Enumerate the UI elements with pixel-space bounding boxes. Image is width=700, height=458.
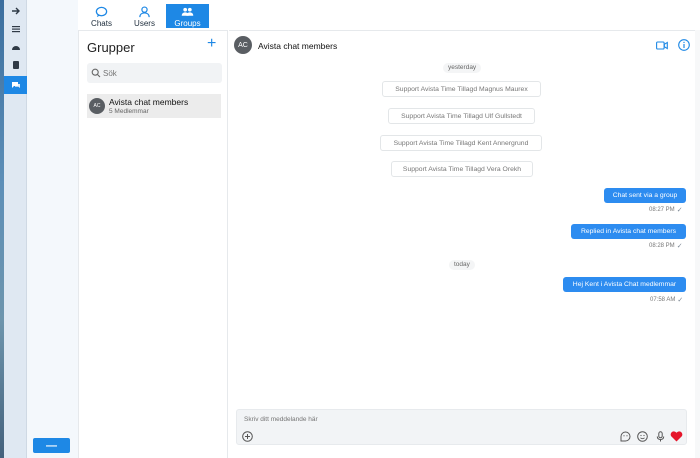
group-icon: [181, 7, 194, 16]
plus-icon[interactable]: +: [207, 36, 216, 52]
chat-header: AC Avista chat members: [229, 30, 700, 58]
add-circle-icon[interactable]: [242, 431, 253, 442]
check-icon: ✓: [677, 297, 684, 304]
search-icon: [91, 68, 101, 78]
emoji-icon[interactable]: [637, 431, 648, 442]
menu-button[interactable]: —: [33, 438, 70, 453]
groups-title: Grupper: [87, 40, 135, 55]
message-input[interactable]: [244, 413, 644, 425]
day-separator: yesterday: [443, 63, 482, 73]
user-icon: [139, 6, 150, 18]
message-timestamp: 08:27 PM: [649, 207, 675, 213]
message-timestamp: 08:28 PM: [649, 243, 675, 249]
avatar: AC: [89, 98, 105, 114]
message-timestamp: 07:58 AM: [650, 297, 676, 303]
tab-chats-label: Chats: [91, 19, 112, 28]
message-bubble[interactable]: Hej Kent i Avista Chat medlemmar: [563, 277, 686, 292]
info-icon[interactable]: [678, 39, 690, 51]
icon-rail: [4, 0, 27, 458]
arrow-right-icon[interactable]: [4, 2, 27, 20]
day-separator: today: [449, 260, 475, 270]
message-time: 08:27 PM ✓: [649, 206, 683, 214]
search-input[interactable]: [103, 66, 213, 80]
video-camera-icon[interactable]: [656, 41, 668, 50]
rail-spacer: [27, 0, 78, 458]
app-window: — Chats Users Groups Grupper + AC Avista…: [0, 0, 700, 458]
top-tabs: Chats Users Groups: [80, 4, 209, 28]
check-icon: ✓: [676, 207, 683, 214]
system-message: Support Avista Time Tillagd Magnus Maure…: [382, 81, 541, 97]
system-message: Support Avista Time Tillagd Kent Annergr…: [380, 135, 542, 151]
avatar: AC: [234, 36, 252, 54]
book-icon[interactable]: [4, 56, 27, 74]
group-member-count: 5 Medlemmar: [109, 108, 149, 115]
message-bubble[interactable]: Chat sent via a group: [604, 188, 686, 203]
group-name: Avista chat members: [109, 97, 189, 107]
tab-groups[interactable]: Groups: [166, 4, 209, 28]
microphone-icon[interactable]: [655, 431, 666, 442]
search-box: [87, 63, 222, 83]
chat-bubble-icon: [95, 6, 108, 18]
group-list-item[interactable]: AC Avista chat members 5 Medlemmar: [87, 94, 221, 118]
sticker-icon[interactable]: [620, 431, 631, 442]
groups-panel: Grupper + AC Avista chat members 5 Medle…: [78, 30, 228, 458]
tab-users[interactable]: Users: [123, 4, 166, 28]
tab-chats[interactable]: Chats: [80, 4, 123, 28]
check-icon: ✓: [676, 243, 683, 250]
message-bubble[interactable]: Replied in Avista chat members: [571, 224, 686, 239]
message-time: 07:58 AM ✓: [650, 296, 683, 304]
system-message: Support Avista Time Tillagd Vera Orekh: [391, 161, 533, 177]
system-message: Support Avista Time Tillagd Ulf Gullsted…: [388, 108, 535, 124]
chat-title: Avista chat members: [258, 41, 338, 51]
message-time: 08:28 PM ✓: [649, 242, 683, 250]
tab-users-label: Users: [134, 19, 155, 28]
gauge-icon[interactable]: [4, 38, 27, 56]
heart-icon[interactable]: [670, 431, 683, 442]
scrollbar[interactable]: [695, 30, 700, 458]
message-composer: [236, 409, 687, 445]
list-icon[interactable]: [4, 20, 27, 38]
tab-groups-label: Groups: [174, 19, 201, 28]
chat-icon[interactable]: [4, 76, 27, 94]
